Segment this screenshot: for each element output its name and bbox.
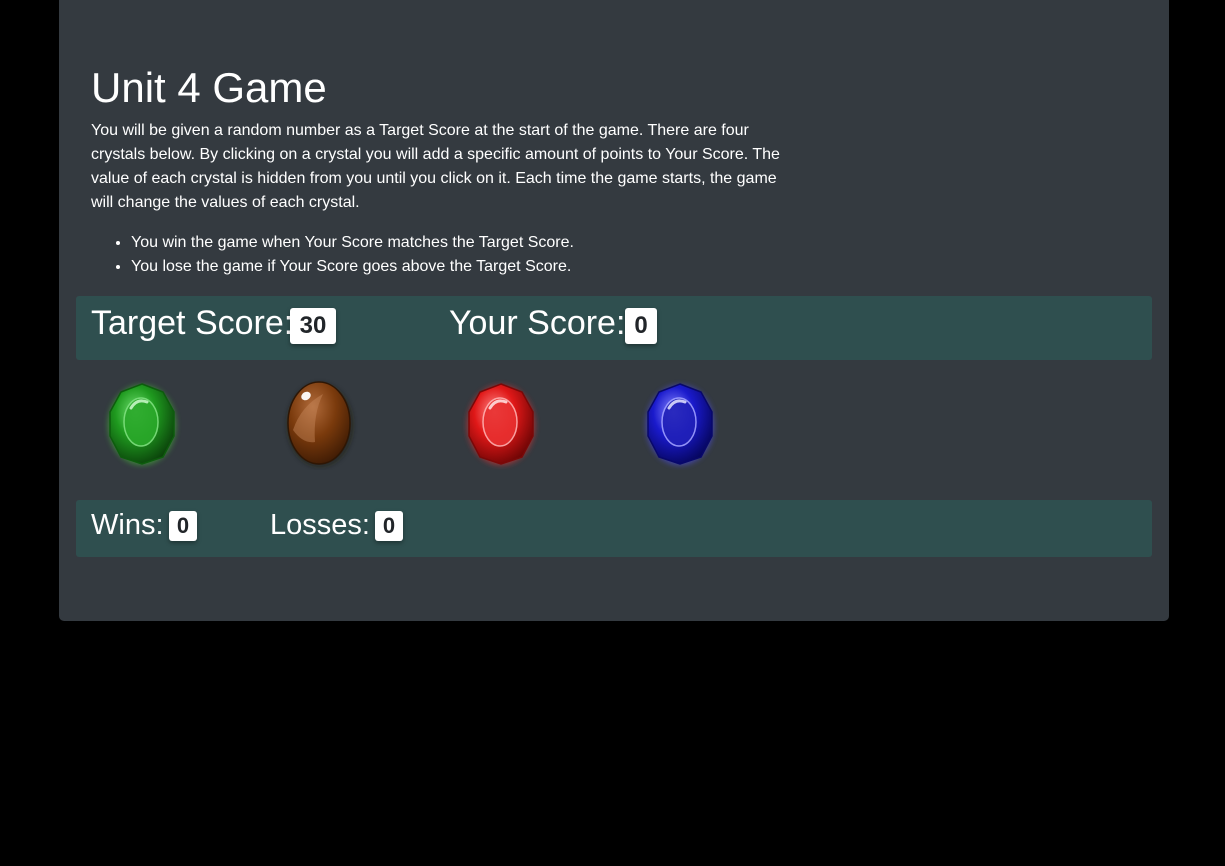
target-score-label: Target Score: [91,304,294,342]
rules-list: You win the game when Your Score matches… [91,231,574,279]
green-crystal-icon [108,383,176,465]
green-crystal[interactable] [101,378,183,470]
wins-value: 0 [169,511,197,541]
brown-crystal[interactable] [279,378,361,470]
blue-crystal-icon [646,383,714,465]
red-crystal[interactable] [460,378,542,470]
record-bar: Wins: 0 Losses: 0 [76,500,1152,557]
losses-label: Losses: [270,509,370,541]
score-bar: Target Score: 30 Your Score: 0 [76,296,1152,360]
page-title: Unit 4 Game [91,64,327,111]
wins-label: Wins: [91,509,164,541]
losses-value: 0 [375,511,403,541]
game-instructions: You will be given a random number as a T… [91,122,780,211]
rule-win: You win the game when Your Score matches… [131,231,574,255]
game-panel: Unit 4 Game You will be given a random n… [59,0,1169,621]
blue-crystal[interactable] [639,378,721,470]
your-score-label: Your Score: [449,304,626,342]
brown-crystal-icon [287,381,352,466]
your-score-value: 0 [625,308,657,344]
target-score-value: 30 [290,308,336,344]
rule-lose: You lose the game if Your Score goes abo… [131,255,574,279]
red-crystal-icon [467,383,535,465]
